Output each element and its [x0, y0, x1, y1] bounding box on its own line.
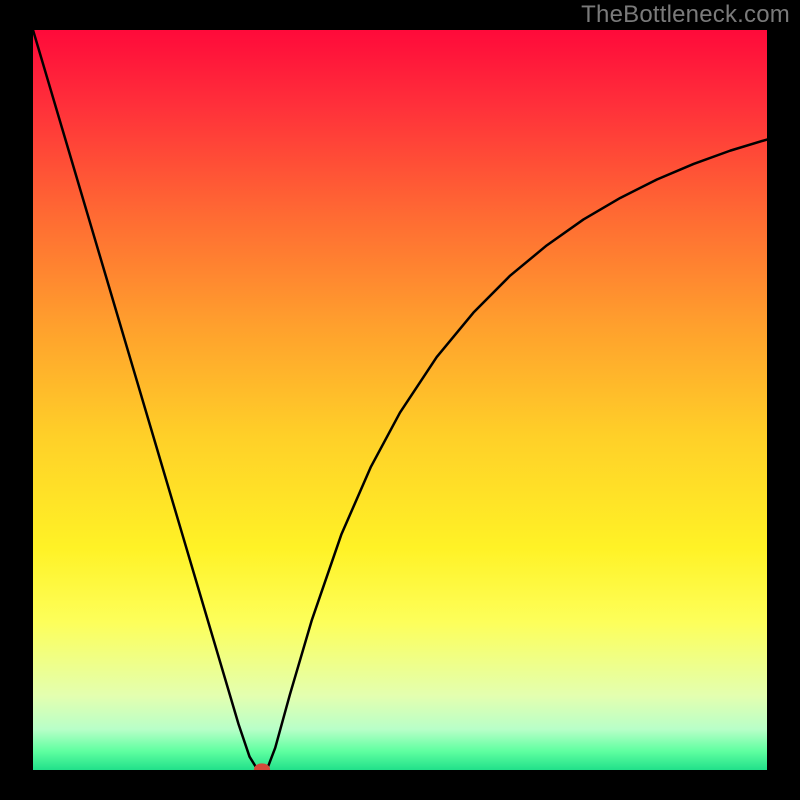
watermark-text: TheBottleneck.com: [581, 1, 790, 29]
chart-frame: TheBottleneck.com: [0, 0, 800, 800]
bottleneck-chart: [33, 30, 767, 770]
plot-area: [33, 30, 767, 770]
